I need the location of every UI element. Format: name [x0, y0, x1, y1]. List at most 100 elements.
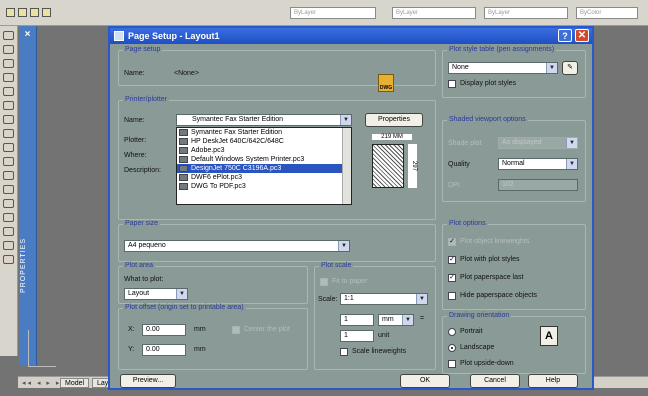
help-title-button[interactable]: ?: [558, 29, 572, 42]
center-plot-label: Center the plot: [244, 326, 290, 333]
page-setup-group-title: Page setup: [123, 46, 163, 53]
hatch-tool-icon[interactable]: [3, 199, 14, 208]
printer-option[interactable]: Adobe.pc3: [177, 146, 351, 155]
printer-group-title: Printer/plotter: [123, 96, 170, 103]
ok-button[interactable]: OK: [400, 374, 450, 388]
paper-size-select[interactable]: A4 pequeno ▼: [124, 240, 350, 252]
scale-unit-input[interactable]: 1: [340, 330, 374, 342]
printer-option[interactable]: Symantec Fax Starter Edition: [177, 128, 351, 137]
plot-paperspace-last-checkbox[interactable]: ✓: [448, 274, 456, 282]
dpi-input[interactable]: 102: [498, 179, 578, 191]
scale-lineweights-checkbox[interactable]: [340, 348, 348, 356]
plot-with-plot-styles-checkbox[interactable]: ✓: [448, 256, 456, 264]
table-tool-icon[interactable]: [3, 241, 14, 250]
paper-preview: 219 MM 297: [368, 132, 424, 204]
shade-plot-value: As displayed: [502, 139, 542, 146]
chevron-down-icon[interactable]: ▼: [546, 63, 557, 73]
layer-icon[interactable]: [6, 8, 15, 17]
plot-with-plot-styles-label: Plot with plot styles: [460, 256, 520, 263]
plot-style-value: None: [452, 64, 469, 71]
cancel-button[interactable]: Cancel: [470, 374, 520, 388]
rectangle-tool-icon[interactable]: [3, 73, 14, 82]
preview-height-label: 297: [408, 144, 417, 188]
properties-palette: × PROPERTIES: [19, 26, 37, 366]
fit-to-paper-checkbox[interactable]: [320, 278, 328, 286]
offset-y-unit: mm: [194, 346, 206, 353]
sun-icon[interactable]: [30, 8, 39, 17]
scale-num-input[interactable]: 1: [340, 314, 374, 326]
plot-style-title: Plot style table (pen assignments): [447, 46, 557, 53]
region-tool-icon[interactable]: [3, 227, 14, 236]
chevron-down-icon[interactable]: ▼: [340, 115, 351, 125]
printer-name-select[interactable]: Symantec Fax Starter Edition ▼: [176, 114, 352, 126]
chevron-down-icon[interactable]: ▼: [566, 138, 577, 148]
lock-icon[interactable]: [42, 8, 51, 17]
help-button[interactable]: Help: [528, 374, 578, 388]
plot-upside-down-checkbox[interactable]: [448, 360, 456, 368]
lineweight-select[interactable]: ByLayer: [484, 7, 568, 19]
chevron-down-icon[interactable]: ▼: [338, 241, 349, 251]
unit-label: unit: [378, 332, 390, 339]
bulb-icon[interactable]: [18, 8, 27, 17]
layer-select[interactable]: ByLayer: [290, 7, 376, 19]
properties-button[interactable]: Properties: [365, 113, 423, 127]
arc-tool-icon[interactable]: [3, 87, 14, 96]
insert-block-icon[interactable]: [3, 157, 14, 166]
line-tool-icon[interactable]: [3, 31, 14, 40]
circle-tool-icon[interactable]: [3, 101, 14, 110]
offset-y-input[interactable]: 0.00: [142, 344, 186, 356]
plot-offset-title: Plot offset (origin set to printable are…: [123, 304, 246, 311]
scale-unit-select[interactable]: mm ▼: [378, 314, 414, 326]
cloud-tool-icon[interactable]: [3, 115, 14, 124]
edit-plot-style-icon[interactable]: ✎: [562, 61, 578, 75]
quality-select[interactable]: Normal ▼: [498, 158, 578, 170]
offset-x-input[interactable]: 0.00: [142, 324, 186, 336]
paper-preview-sheet: [372, 144, 404, 188]
preview-button[interactable]: Preview...: [120, 374, 176, 388]
linetype-select[interactable]: ByLayer: [392, 7, 476, 19]
hide-paperspace-objects-checkbox[interactable]: [448, 292, 456, 300]
portrait-radio[interactable]: [448, 328, 456, 336]
make-block-icon[interactable]: [3, 171, 14, 180]
color-select[interactable]: ByColor: [576, 7, 638, 19]
printer-option[interactable]: Default Windows System Printer.pc3: [177, 155, 351, 164]
ellipse-tool-icon[interactable]: [3, 143, 14, 152]
chevron-down-icon[interactable]: ▼: [416, 294, 427, 304]
scale-select[interactable]: 1:1 ▼: [340, 293, 428, 305]
display-plot-styles-checkbox[interactable]: [448, 80, 456, 88]
polygon-tool-icon[interactable]: [3, 59, 14, 68]
printer-selected-value: Symantec Fax Starter Edition: [192, 116, 284, 123]
printer-option-highlighted[interactable]: DesignJet 750C C3196A.pc3: [177, 164, 351, 173]
what-to-plot-select[interactable]: Layout ▼: [124, 288, 188, 300]
printer-option[interactable]: DWG To PDF.pc3: [177, 182, 351, 191]
close-palette-icon[interactable]: ×: [19, 29, 36, 40]
scale-unit-value: mm: [382, 316, 394, 323]
page-setup-dialog: Page Setup - Layout1 ? ✕ Page setup Name…: [108, 26, 594, 390]
quality-label: Quality: [448, 161, 470, 168]
draw-toolbar: [0, 26, 18, 356]
plot-object-lineweights-checkbox[interactable]: ✓: [448, 238, 456, 246]
text-tool-icon[interactable]: [3, 255, 14, 264]
top-toolbar: ByLayer ByLayer ByLayer ByColor: [0, 0, 648, 26]
offset-x-label: X:: [128, 326, 135, 333]
point-tool-icon[interactable]: [3, 185, 14, 194]
chevron-down-icon[interactable]: ▼: [566, 159, 577, 169]
chevron-down-icon[interactable]: ▼: [176, 289, 187, 299]
printer-option[interactable]: DWF6 ePlot.pc3: [177, 173, 351, 182]
chevron-down-icon[interactable]: ▼: [402, 315, 413, 325]
dropdown-scrollbar[interactable]: [342, 128, 351, 204]
shade-plot-select[interactable]: As displayed ▼: [498, 137, 578, 149]
plot-style-select[interactable]: None ▼: [448, 62, 558, 74]
close-button[interactable]: ✕: [575, 29, 589, 42]
printer-option[interactable]: HP DeskJet 640C/642C/648C: [177, 137, 351, 146]
landscape-radio[interactable]: [448, 344, 456, 352]
scale-value: 1:1: [344, 295, 354, 302]
hide-paperspace-objects-label: Hide paperspace objects: [460, 292, 538, 299]
printer-dropdown-list[interactable]: Symantec Fax Starter Edition HP DeskJet …: [176, 127, 352, 205]
offset-x-unit: mm: [194, 326, 206, 333]
spline-tool-icon[interactable]: [3, 129, 14, 138]
tab-model[interactable]: Model: [60, 378, 90, 388]
polyline-tool-icon[interactable]: [3, 45, 14, 54]
center-plot-checkbox[interactable]: [232, 326, 240, 334]
gradient-tool-icon[interactable]: [3, 213, 14, 222]
